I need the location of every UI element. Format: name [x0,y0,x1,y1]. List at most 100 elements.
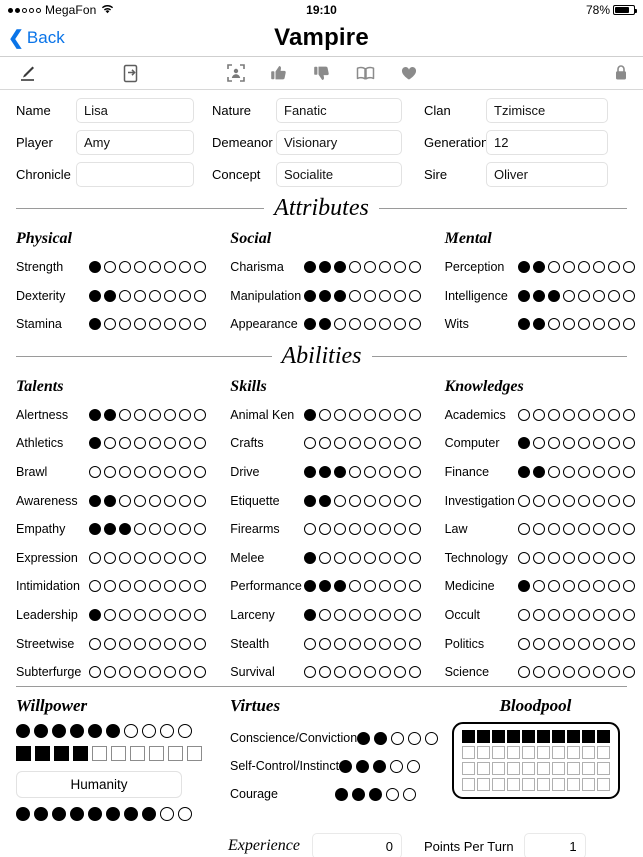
performance-dot-8[interactable] [408,580,421,593]
charisma-dot-1[interactable] [303,261,316,274]
politics-dot-2[interactable] [532,637,545,650]
bloodpool-cell-4[interactable] [506,730,520,744]
science-dot-6[interactable] [592,666,605,679]
finance-dot-2[interactable] [532,465,545,478]
strength-dot-7[interactable] [179,261,192,274]
leadership-dot-7[interactable] [179,608,192,621]
medicine-dot-5[interactable] [577,580,590,593]
crafts-dot-5[interactable] [363,437,376,450]
larceny-dot-1[interactable] [303,608,316,621]
strength-dot-8[interactable] [194,261,207,274]
bloodpool-cell-34[interactable] [506,778,520,792]
willpower-dot-2[interactable] [34,724,48,739]
stamina-dots[interactable] [89,318,214,331]
stealth-dot-5[interactable] [363,637,376,650]
finance-dot-1[interactable] [517,465,530,478]
stealth-dot-6[interactable] [378,637,391,650]
survival-dot-1[interactable] [303,666,316,679]
animal-ken-dot-7[interactable] [393,408,406,421]
intelligence-dots[interactable] [517,289,643,302]
intelligence-dot-4[interactable] [562,289,575,302]
expression-dot-8[interactable] [194,551,207,564]
larceny-dots[interactable] [303,608,429,621]
perception-dot-4[interactable] [562,261,575,274]
self-control-instinct-dot-4[interactable] [390,759,404,773]
empathy-dot-8[interactable] [194,523,207,536]
streetwise-dot-2[interactable] [104,637,117,650]
stealth-dot-7[interactable] [393,637,406,650]
pencil-icon[interactable] [18,64,37,83]
manipulation-dot-1[interactable] [303,289,316,302]
bloodpool-cell-10[interactable] [596,730,610,744]
stealth-dot-8[interactable] [408,637,421,650]
performance-dot-6[interactable] [378,580,391,593]
manipulation-dot-4[interactable] [348,289,361,302]
bloodpool-cell-7[interactable] [551,730,565,744]
streetwise-dot-5[interactable] [149,637,162,650]
drive-dot-2[interactable] [318,465,331,478]
athletics-dot-8[interactable] [194,437,207,450]
bloodpool-cell-25[interactable] [521,762,535,776]
law-dot-2[interactable] [532,523,545,536]
firearms-dot-2[interactable] [318,523,331,536]
courage-dot-2[interactable] [352,787,365,801]
manipulation-dot-5[interactable] [363,289,376,302]
alertness-dots[interactable] [89,408,214,421]
empathy-dot-3[interactable] [119,523,132,536]
bloodpool-cell-32[interactable] [476,778,490,792]
bloodpool-cell-16[interactable] [536,746,550,760]
willpower-box-5[interactable] [92,746,107,762]
self-control-instinct-dots[interactable] [339,759,432,773]
leadership-dots[interactable] [89,608,214,621]
politics-dot-3[interactable] [547,637,560,650]
firearms-dot-8[interactable] [408,523,421,536]
computer-dot-1[interactable] [517,437,530,450]
bloodpool-grid[interactable] [451,722,620,800]
concept-field[interactable]: Socialite [276,162,402,187]
firearms-dot-7[interactable] [393,523,406,536]
etiquette-dot-7[interactable] [393,494,406,507]
wits-dot-6[interactable] [592,318,605,331]
occult-dot-8[interactable] [622,608,635,621]
investigation-dot-5[interactable] [577,494,590,507]
awareness-dot-5[interactable] [149,494,162,507]
bloodpool-cell-6[interactable] [536,730,550,744]
intelligence-dot-6[interactable] [592,289,605,302]
bloodpool-cell-11[interactable] [461,746,475,760]
investigation-dot-2[interactable] [532,494,545,507]
technology-dot-5[interactable] [577,551,590,564]
intimidation-dot-5[interactable] [149,580,162,593]
stealth-dot-2[interactable] [318,637,331,650]
law-dot-6[interactable] [592,523,605,536]
expression-dot-5[interactable] [149,551,162,564]
bloodpool-cell-27[interactable] [551,762,565,776]
melee-dot-5[interactable] [363,551,376,564]
academics-dot-1[interactable] [517,408,530,421]
subterfurge-dot-3[interactable] [119,666,132,679]
willpower-dot-10[interactable] [178,724,192,739]
etiquette-dot-4[interactable] [348,494,361,507]
medicine-dot-6[interactable] [592,580,605,593]
expression-dot-1[interactable] [89,551,102,564]
willpower-dot-5[interactable] [88,724,102,739]
etiquette-dot-2[interactable] [318,494,331,507]
drive-dot-7[interactable] [393,465,406,478]
occult-dot-1[interactable] [517,608,530,621]
politics-dot-1[interactable] [517,637,530,650]
etiquette-dot-1[interactable] [303,494,316,507]
athletics-dot-1[interactable] [89,437,102,450]
drive-dot-3[interactable] [333,465,346,478]
subterfurge-dot-6[interactable] [164,666,177,679]
bloodpool-cell-26[interactable] [536,762,550,776]
law-dot-8[interactable] [622,523,635,536]
medicine-dot-2[interactable] [532,580,545,593]
wits-dot-3[interactable] [547,318,560,331]
computer-dot-2[interactable] [532,437,545,450]
larceny-dot-8[interactable] [408,608,421,621]
animal-ken-dot-5[interactable] [363,408,376,421]
name-field[interactable]: Lisa [76,98,194,123]
stamina-dot-7[interactable] [179,318,192,331]
bloodpool-cell-17[interactable] [551,746,565,760]
stamina-dot-5[interactable] [149,318,162,331]
strength-dot-5[interactable] [149,261,162,274]
